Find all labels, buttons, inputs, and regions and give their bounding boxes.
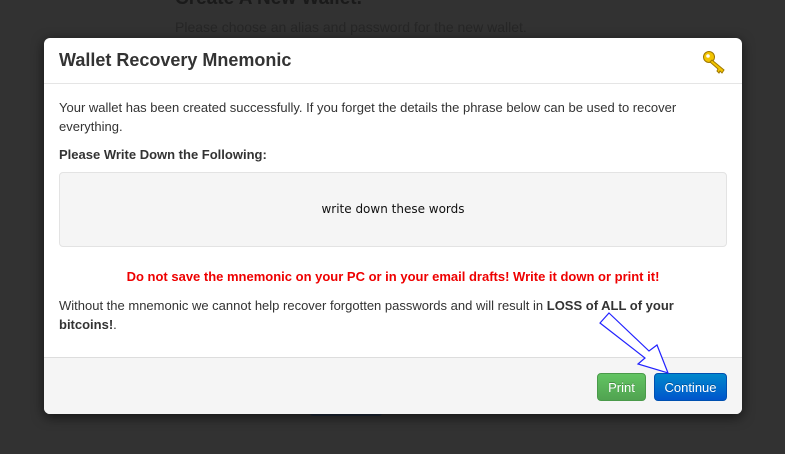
warning-text: Do not save the mnemonic on your PC or i… <box>126 269 660 284</box>
modal-header: Wallet Recovery Mnemonic <box>44 38 742 84</box>
key-icon <box>703 51 725 74</box>
background-page-subtitle: Please choose an alias and password for … <box>175 19 527 35</box>
modal-footer: Print Continue <box>44 357 742 414</box>
loss-end: . <box>113 317 117 332</box>
loss-warning: Without the mnemonic we cannot help reco… <box>59 296 727 334</box>
instruction-heading: Please Write Down the Following: <box>59 147 267 162</box>
background-page-title: Create A New Wallet. <box>175 0 362 10</box>
intro-text: Your wallet has been created successfull… <box>59 100 677 134</box>
loss-text: Without the mnemonic we cannot help reco… <box>59 298 547 313</box>
mnemonic-box: write down these words <box>59 172 727 247</box>
mnemonic-text: write down these words <box>321 202 465 216</box>
modal-body: Your wallet has been created successfull… <box>44 84 742 357</box>
modal-title: Wallet Recovery Mnemonic <box>59 50 292 70</box>
wallet-recovery-modal: Wallet Recovery Mnemonic Your wallet has… <box>44 38 742 414</box>
continue-button[interactable]: Continue <box>654 373 727 401</box>
print-button[interactable]: Print <box>597 373 646 401</box>
